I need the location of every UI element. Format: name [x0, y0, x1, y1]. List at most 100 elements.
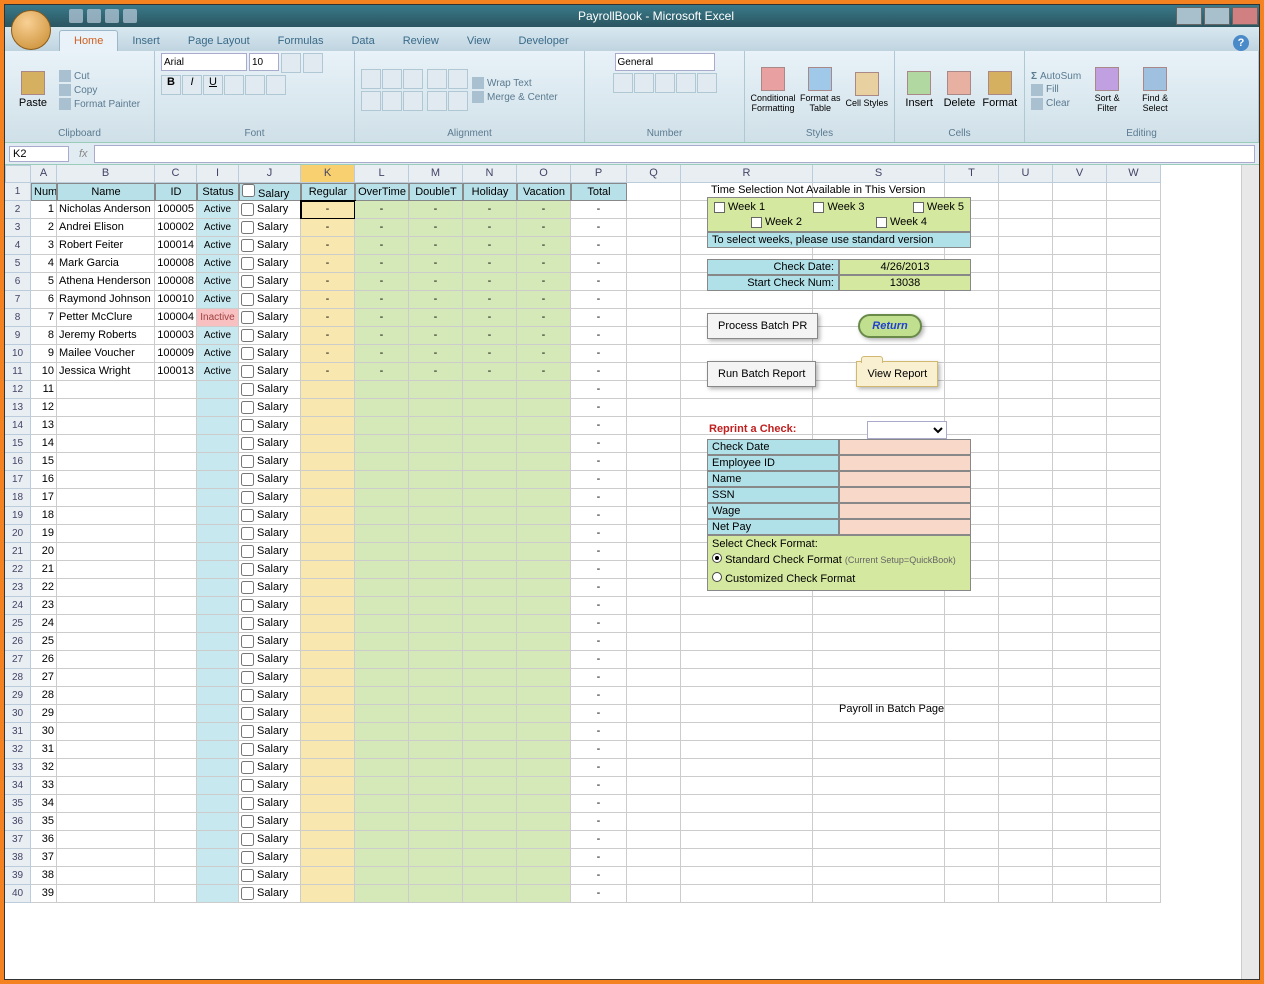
- employee-id[interactable]: [155, 381, 197, 399]
- employee-id[interactable]: [155, 867, 197, 885]
- employee-name[interactable]: [57, 597, 155, 615]
- employee-name[interactable]: [57, 399, 155, 417]
- employee-name[interactable]: [57, 471, 155, 489]
- employee-id[interactable]: [155, 849, 197, 867]
- employee-status[interactable]: Active: [197, 201, 239, 219]
- delete-cells-button[interactable]: Delete: [941, 71, 977, 109]
- employee-id[interactable]: [155, 705, 197, 723]
- employee-status[interactable]: Inactive: [197, 309, 239, 327]
- salary-check[interactable]: Salary: [239, 525, 301, 543]
- employee-name[interactable]: [57, 885, 155, 903]
- fx-icon[interactable]: fx: [79, 148, 88, 160]
- employee-id[interactable]: [155, 813, 197, 831]
- employee-status[interactable]: [197, 633, 239, 651]
- salary-check[interactable]: Salary: [239, 471, 301, 489]
- employee-name[interactable]: [57, 525, 155, 543]
- employee-status[interactable]: [197, 597, 239, 615]
- salary-check[interactable]: Salary: [239, 291, 301, 309]
- salary-check[interactable]: Salary: [239, 435, 301, 453]
- employee-name[interactable]: Athena Henderson: [57, 273, 155, 291]
- reprint-employee-id[interactable]: [839, 455, 971, 471]
- salary-check[interactable]: Salary: [239, 813, 301, 831]
- employee-name[interactable]: [57, 417, 155, 435]
- salary-check[interactable]: Salary: [239, 255, 301, 273]
- tab-review[interactable]: Review: [389, 31, 453, 51]
- employee-id[interactable]: [155, 687, 197, 705]
- employee-id[interactable]: 100008: [155, 273, 197, 291]
- bold-button[interactable]: B: [161, 75, 181, 95]
- salary-check[interactable]: Salary: [239, 705, 301, 723]
- employee-name[interactable]: [57, 813, 155, 831]
- cut-button[interactable]: Cut: [59, 70, 140, 82]
- employee-status[interactable]: Active: [197, 345, 239, 363]
- underline-button[interactable]: U: [203, 75, 223, 95]
- tab-developer[interactable]: Developer: [504, 31, 582, 51]
- reprint-wage[interactable]: [839, 503, 971, 519]
- salary-check[interactable]: Salary: [239, 579, 301, 597]
- salary-check[interactable]: Salary: [239, 867, 301, 885]
- employee-id[interactable]: [155, 399, 197, 417]
- employee-id[interactable]: [155, 885, 197, 903]
- salary-check[interactable]: Salary: [239, 273, 301, 291]
- conditional-formatting-button[interactable]: Conditional Formatting: [751, 67, 795, 113]
- employee-status[interactable]: [197, 795, 239, 813]
- employee-id[interactable]: [155, 759, 197, 777]
- employee-status[interactable]: [197, 525, 239, 543]
- employee-status[interactable]: [197, 507, 239, 525]
- employee-id[interactable]: [155, 561, 197, 579]
- employee-name[interactable]: [57, 489, 155, 507]
- font-color-button[interactable]: [266, 75, 286, 95]
- autosum-button[interactable]: Σ AutoSum: [1031, 71, 1081, 82]
- salary-check[interactable]: Salary: [239, 561, 301, 579]
- employee-id[interactable]: [155, 507, 197, 525]
- salary-check[interactable]: Salary: [239, 327, 301, 345]
- grow-font-button[interactable]: [281, 53, 301, 73]
- italic-button[interactable]: I: [182, 75, 202, 95]
- employee-name[interactable]: Nicholas Anderson: [57, 201, 155, 219]
- employee-id[interactable]: 100003: [155, 327, 197, 345]
- employee-name[interactable]: [57, 795, 155, 813]
- employee-id[interactable]: [155, 525, 197, 543]
- employee-id[interactable]: [155, 543, 197, 561]
- border-button[interactable]: [224, 75, 244, 95]
- merge-center-button[interactable]: Merge & Center: [472, 91, 558, 103]
- return-button[interactable]: Return: [858, 314, 921, 338]
- employee-status[interactable]: Active: [197, 255, 239, 273]
- align-left-button[interactable]: [361, 91, 381, 111]
- salary-check[interactable]: Salary: [239, 453, 301, 471]
- process-batch-button[interactable]: Process Batch PR: [707, 313, 818, 339]
- employee-id[interactable]: [155, 615, 197, 633]
- employee-status[interactable]: [197, 417, 239, 435]
- cell-styles-button[interactable]: Cell Styles: [846, 72, 889, 108]
- employee-id[interactable]: 100014: [155, 237, 197, 255]
- employee-name[interactable]: [57, 543, 155, 561]
- employee-id[interactable]: [155, 777, 197, 795]
- font-name-combo[interactable]: [161, 53, 247, 71]
- copy-button[interactable]: Copy: [59, 84, 140, 96]
- employee-status[interactable]: [197, 885, 239, 903]
- employee-id[interactable]: 100002: [155, 219, 197, 237]
- salary-check[interactable]: Salary: [239, 597, 301, 615]
- salary-check[interactable]: Salary: [239, 615, 301, 633]
- fill-color-button[interactable]: [245, 75, 265, 95]
- employee-id[interactable]: [155, 831, 197, 849]
- tab-page-layout[interactable]: Page Layout: [174, 31, 264, 51]
- employee-id[interactable]: 100008: [155, 255, 197, 273]
- employee-id[interactable]: [155, 579, 197, 597]
- employee-status[interactable]: [197, 687, 239, 705]
- employee-id[interactable]: [155, 741, 197, 759]
- employee-id[interactable]: [155, 435, 197, 453]
- number-format-combo[interactable]: [615, 53, 715, 71]
- week3-check[interactable]: Week 3: [813, 201, 864, 213]
- employee-name[interactable]: [57, 651, 155, 669]
- salary-check[interactable]: Salary: [239, 723, 301, 741]
- salary-check[interactable]: Salary: [239, 489, 301, 507]
- employee-status[interactable]: Active: [197, 273, 239, 291]
- employee-id[interactable]: [155, 795, 197, 813]
- employee-id[interactable]: [155, 453, 197, 471]
- week1-check[interactable]: Week 1: [714, 201, 765, 213]
- check-date-value[interactable]: 4/26/2013: [839, 259, 971, 275]
- salary-check[interactable]: Salary: [239, 507, 301, 525]
- employee-status[interactable]: [197, 741, 239, 759]
- employee-status[interactable]: Active: [197, 327, 239, 345]
